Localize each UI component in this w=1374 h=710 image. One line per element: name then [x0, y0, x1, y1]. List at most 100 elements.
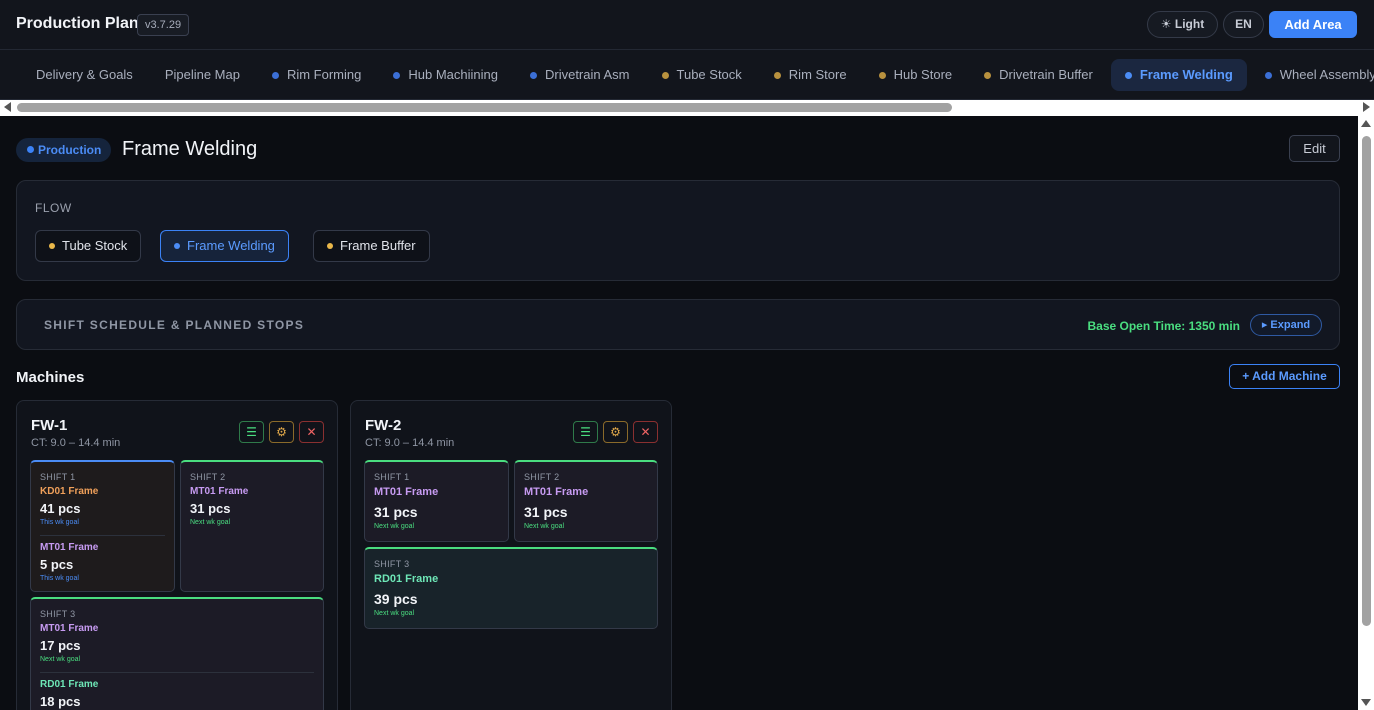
- machine-cycle-time: CT: 9.0 – 14.4 min: [365, 437, 455, 449]
- flow-label: FLOW: [35, 201, 72, 215]
- machine-name: FW-2: [365, 417, 402, 434]
- status-dot-icon: [878, 71, 886, 79]
- close-icon[interactable]: ✕: [633, 421, 658, 443]
- item-divider: [40, 535, 165, 536]
- production-item: MT01 Frame 31 pcs Next wk goal: [374, 486, 438, 530]
- list-icon[interactable]: ☰: [573, 421, 598, 443]
- product-name: MT01 Frame: [524, 486, 589, 498]
- flow-chip-label: Frame Welding: [187, 238, 275, 253]
- gear-icon[interactable]: ⚙: [603, 421, 628, 443]
- language-button[interactable]: EN: [1223, 11, 1264, 38]
- close-icon[interactable]: ✕: [299, 421, 324, 443]
- shift-label: SHIFT 3: [40, 609, 76, 619]
- goal-tag: Next wk goal: [190, 519, 231, 526]
- machine-cycle-time: CT: 9.0 – 14.4 min: [31, 437, 121, 449]
- tab-item[interactable]: Wheel Assembly: [1251, 59, 1374, 91]
- shift-label: SHIFT 3: [374, 559, 410, 569]
- shift-box[interactable]: SHIFT 3 MT01 Frame 17 pcs Next wk goal RD01 …: [30, 597, 324, 710]
- tab-item[interactable]: Hub Machiining: [379, 59, 512, 91]
- area-tab-bar: Delivery & Goals Pipeline Map Rim Forming H…: [0, 50, 1374, 100]
- add-area-button[interactable]: Add Area: [1269, 11, 1357, 38]
- tab-item[interactable]: Frame Welding: [1110, 59, 1247, 91]
- flow-chip-label: Tube Stock: [62, 238, 128, 253]
- scroll-left-arrow-icon[interactable]: [4, 102, 11, 112]
- expand-button[interactable]: ▸ Expand: [1250, 314, 1322, 336]
- flow-chip-label: Frame Buffer: [340, 238, 416, 253]
- shift-schedule-panel: SHIFT SCHEDULE & PLANNED STOPS Base Open…: [16, 299, 1340, 350]
- shift-label: SHIFT 1: [374, 472, 410, 482]
- flow-chip[interactable]: Tube Stock: [35, 230, 142, 262]
- scroll-down-arrow-icon[interactable]: [1361, 699, 1371, 706]
- product-quantity: 17 pcs: [40, 638, 81, 653]
- tab-label: Pipeline Map: [164, 67, 240, 82]
- tab-label: Rim Store: [788, 67, 847, 82]
- vertical-scrollbar[interactable]: [1358, 116, 1374, 710]
- production-item: MT01 Frame 31 pcs Next wk goal: [190, 486, 248, 526]
- status-dot-icon: [174, 243, 180, 249]
- product-quantity: 41 pcs: [40, 501, 81, 516]
- tab-item[interactable]: Hub Store: [865, 59, 967, 91]
- shift-box[interactable]: SHIFT 2 MT01 Frame 31 pcs Next wk goal: [180, 460, 324, 592]
- tab-label: Hub Store: [893, 67, 953, 82]
- edit-button[interactable]: Edit: [1289, 135, 1340, 162]
- status-dot-icon: [984, 71, 992, 79]
- tab-item[interactable]: Drivetrain Buffer: [970, 59, 1107, 91]
- app-title: Production Plan: [16, 15, 139, 32]
- tab-item[interactable]: Rim Store: [760, 59, 861, 91]
- shift-box[interactable]: SHIFT 2 MT01 Frame 31 pcs Next wk goal: [514, 460, 658, 542]
- status-dot-icon: [1124, 71, 1132, 79]
- add-machine-button[interactable]: + Add Machine: [1229, 364, 1340, 389]
- product-quantity: 31 pcs: [190, 501, 231, 516]
- horizontal-scrollbar[interactable]: [0, 100, 1374, 116]
- goal-tag: Next wk goal: [40, 656, 81, 663]
- product-quantity: 31 pcs: [524, 504, 568, 520]
- sun-icon: ☀: [1160, 17, 1172, 31]
- tab-label: Wheel Assembly: [1279, 67, 1374, 82]
- production-item: MT01 Frame 31 pcs Next wk goal: [524, 486, 588, 530]
- vertical-scroll-thumb[interactable]: [1362, 136, 1371, 626]
- machine-card: FW-2 CT: 9.0 – 14.4 min ☰ ⚙ ✕ SHIFT 1 MT01 Fra…: [350, 400, 672, 710]
- shift-box[interactable]: SHIFT 1 KD01 Frame 41 pcs This wk goal MT01 …: [30, 460, 175, 592]
- scroll-up-arrow-icon[interactable]: [1361, 120, 1371, 127]
- goal-tag: This wk goal: [40, 519, 79, 526]
- page-title: Frame Welding: [122, 138, 258, 160]
- shift-box[interactable]: SHIFT 3 RD01 Frame 39 pcs Next wk goal: [364, 547, 658, 629]
- tab-label: Rim Forming: [286, 67, 362, 82]
- production-item: RD01 Frame 18 pcs: [40, 679, 98, 709]
- list-icon[interactable]: ☰: [239, 421, 264, 443]
- product-name: KD01 Frame: [40, 486, 99, 497]
- product-name: MT01 Frame: [40, 623, 99, 634]
- status-dot-icon: [773, 71, 781, 79]
- tab-label: Frame Welding: [1139, 67, 1233, 82]
- production-item: MT01 Frame 5 pcs This wk goal: [40, 542, 98, 582]
- scroll-right-arrow-icon[interactable]: [1363, 102, 1370, 112]
- shift-box[interactable]: SHIFT 1 MT01 Frame 31 pcs Next wk goal: [364, 460, 509, 542]
- tab-label: Drivetrain Asm: [544, 67, 630, 82]
- production-item: KD01 Frame 41 pcs This wk goal: [40, 486, 98, 526]
- machines-title: Machines: [16, 369, 85, 386]
- product-name: MT01 Frame: [190, 486, 249, 497]
- goal-tag: This wk goal: [40, 575, 79, 582]
- product-name: MT01 Frame: [374, 486, 439, 498]
- product-quantity: 31 pcs: [374, 504, 418, 520]
- status-dot-icon: [529, 71, 537, 79]
- theme-toggle-button[interactable]: ☀ Light: [1147, 11, 1218, 38]
- flow-chip[interactable]: Frame Buffer: [313, 230, 430, 262]
- item-divider: [40, 672, 314, 673]
- goal-tag: Next wk goal: [524, 523, 565, 530]
- product-quantity: 18 pcs: [40, 694, 81, 709]
- status-dot-icon: [49, 243, 55, 249]
- production-item: RD01 Frame 39 pcs Next wk goal: [374, 573, 438, 617]
- tab-item[interactable]: Drivetrain Asm: [516, 59, 644, 91]
- horizontal-scroll-thumb[interactable]: [17, 103, 952, 112]
- machine-name: FW-1: [31, 417, 68, 434]
- machine-card: FW-1 CT: 9.0 – 14.4 min ☰ ⚙ ✕ SHIFT 1 KD01 Fra…: [16, 400, 338, 710]
- tab-item[interactable]: Rim Forming: [258, 59, 375, 91]
- flow-chip[interactable]: Frame Welding: [160, 230, 289, 262]
- tab-item[interactable]: Delivery & Goals: [22, 59, 147, 91]
- tab-item[interactable]: Tube Stock: [648, 59, 756, 91]
- goal-tag: Next wk goal: [374, 523, 415, 530]
- product-name: MT01 Frame: [40, 542, 99, 553]
- gear-icon[interactable]: ⚙: [269, 421, 294, 443]
- tab-item[interactable]: Pipeline Map: [151, 59, 254, 91]
